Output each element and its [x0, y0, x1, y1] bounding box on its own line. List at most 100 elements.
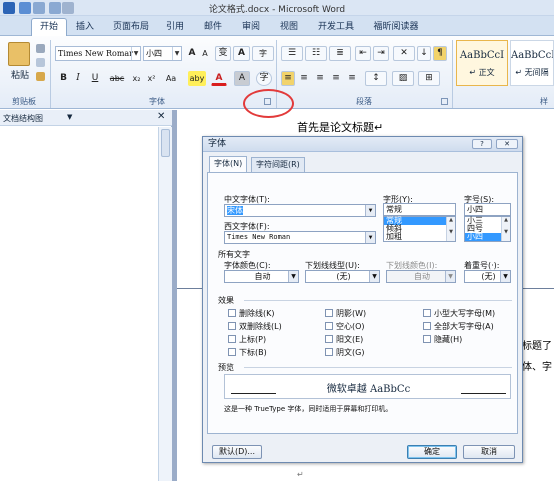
list-scrollbar[interactable]: ▲ ▼	[446, 217, 455, 241]
tab-references[interactable]: 引用	[160, 19, 190, 36]
emboss-checkbox[interactable]: 阳文(E)	[325, 334, 363, 345]
emphasis-select[interactable]: (无) ▼	[464, 270, 511, 283]
bullets-button[interactable]: ☰	[281, 46, 303, 61]
strikethrough-checkbox[interactable]: 删除线(K)	[228, 308, 275, 319]
style-normal[interactable]: AaBbCcI ↵ 正文	[456, 40, 508, 86]
enclosed-chars-button[interactable]: 字	[252, 46, 274, 61]
line-spacing-button[interactable]: ↕	[365, 71, 387, 86]
tab-developer[interactable]: 开发工具	[312, 19, 360, 36]
ok-button[interactable]: 确定	[407, 445, 457, 459]
divider	[244, 300, 512, 301]
underline-color-select: 自动 ▼	[386, 270, 456, 283]
cancel-button[interactable]: 取消	[463, 445, 515, 459]
justify-button[interactable]: ≡	[329, 71, 343, 86]
all-caps-checkbox[interactable]: 全部大写字母(A)	[423, 321, 494, 332]
strikethrough-button[interactable]: abc	[106, 71, 128, 86]
subscript-checkbox[interactable]: 下标(B)	[228, 347, 267, 358]
close-icon[interactable]: ✕	[157, 111, 165, 122]
tab-view[interactable]: 视图	[274, 19, 304, 36]
subscript-button[interactable]: x₂	[130, 71, 143, 86]
list-item[interactable]: 加粗	[384, 233, 455, 241]
distributed-button[interactable]: ≡	[345, 71, 359, 86]
paste-button-label[interactable]: 粘贴	[6, 68, 34, 81]
help-button[interactable]: ?	[472, 139, 492, 149]
list-scrollbar[interactable]: ▲ ▼	[501, 217, 510, 241]
font-color-select[interactable]: 自动 ▼	[224, 270, 299, 283]
hidden-checkbox[interactable]: 隐藏(H)	[423, 334, 462, 345]
chevron-down-icon[interactable]: ▼	[365, 205, 375, 216]
font-color-button[interactable]: A	[211, 71, 227, 86]
multilevel-list-button[interactable]: ≣	[329, 46, 351, 61]
document-map-scrollbar[interactable]	[158, 127, 172, 481]
char-shading-button[interactable]: A	[234, 71, 250, 86]
align-center-button[interactable]: ≡	[297, 71, 311, 86]
chevron-down-icon[interactable]: ▼	[500, 271, 510, 282]
annotation-circle	[243, 89, 294, 118]
format-painter-icon[interactable]	[36, 72, 45, 81]
borders-button[interactable]: ⊞	[418, 71, 440, 86]
clear-format-button[interactable]: 变	[215, 46, 231, 61]
chevron-down-icon[interactable]: ▼	[131, 47, 140, 60]
numbering-button[interactable]: ☷	[305, 46, 327, 61]
chevron-down-icon[interactable]: ▼	[67, 113, 72, 121]
highlight-button[interactable]: aby	[188, 71, 206, 86]
align-right-button[interactable]: ≡	[313, 71, 327, 86]
underline-style-value: (无)	[336, 272, 351, 281]
preview-box: 微软卓越 AaBbCc	[224, 374, 511, 399]
enclose-char-button[interactable]: 字	[256, 71, 272, 86]
underline-color-value: 自动	[414, 272, 430, 281]
style-no-spacing[interactable]: AaBbCcI ↵ 无间隔	[510, 40, 554, 86]
engrave-checkbox[interactable]: 阴文(G)	[325, 347, 364, 358]
underline-style-select[interactable]: (无) ▼	[305, 270, 380, 283]
chevron-down-icon[interactable]: ▼	[365, 232, 375, 243]
sort-button[interactable]: ↓	[417, 46, 431, 61]
scroll-thumb[interactable]	[161, 129, 170, 157]
align-left-button[interactable]: ≡	[281, 71, 295, 86]
shading-button[interactable]: ▨	[392, 71, 414, 86]
western-font-select[interactable]: Times New Roman ▼	[224, 231, 376, 244]
bold-button[interactable]: B	[57, 71, 70, 86]
size-list[interactable]: 小三 四号 小四 ▲ ▼	[464, 216, 511, 242]
double-strikethrough-checkbox[interactable]: 双删除线(L)	[228, 321, 282, 332]
shrink-font-button[interactable]: A	[199, 46, 211, 61]
change-case-button[interactable]: Aa	[161, 71, 181, 86]
dialog-close-button[interactable]: ✕	[496, 139, 518, 149]
increase-indent-button[interactable]: ⇥	[373, 46, 389, 61]
tab-foxit-reader[interactable]: 福昕阅读器	[366, 19, 426, 36]
shadow-checkbox[interactable]: 阴影(W)	[325, 308, 366, 319]
tab-font[interactable]: 字体(N)	[209, 156, 248, 173]
set-default-button[interactable]: 默认(D)...	[212, 445, 262, 459]
small-caps-checkbox[interactable]: 小型大写字母(M)	[423, 308, 495, 319]
emphasis-value: (无)	[481, 272, 496, 281]
font-size-combo[interactable]: 小四 ▼	[143, 46, 182, 61]
style-input[interactable]: 常规	[383, 203, 456, 216]
show-marks-button[interactable]: ¶	[433, 46, 447, 61]
cn-font-select[interactable]: 宋体 ▼	[224, 204, 376, 217]
tab-insert[interactable]: 插入	[70, 19, 100, 36]
tab-home[interactable]: 开始	[31, 18, 67, 37]
chevron-down-icon[interactable]: ▼	[172, 47, 181, 60]
chinese-layout-button[interactable]: ✕	[393, 46, 415, 61]
phonetic-guide-button[interactable]: A	[233, 46, 250, 61]
size-input[interactable]: 小四	[464, 203, 511, 216]
superscript-button[interactable]: x²	[145, 71, 158, 86]
font-name-combo[interactable]: Times New Romar ▼	[55, 46, 141, 61]
style-list[interactable]: 常规 倾斜 加粗 ▲ ▼	[383, 216, 456, 242]
tab-review[interactable]: 审阅	[236, 19, 266, 36]
copy-icon[interactable]	[36, 58, 45, 67]
tab-page-layout[interactable]: 页面布局	[106, 19, 156, 36]
tab-char-spacing[interactable]: 字符间距(R)	[251, 157, 305, 172]
underline-button[interactable]: U	[86, 71, 104, 86]
superscript-checkbox[interactable]: 上标(P)	[228, 334, 266, 345]
decrease-indent-button[interactable]: ⇤	[355, 46, 371, 61]
chevron-down-icon[interactable]: ▼	[369, 271, 379, 282]
paragraph-dialog-launcher-icon[interactable]	[441, 98, 448, 105]
italic-button[interactable]: I	[72, 71, 84, 86]
tab-mailings[interactable]: 邮件	[198, 19, 228, 36]
outline-checkbox[interactable]: 空心(O)	[325, 321, 365, 332]
cut-icon[interactable]	[36, 44, 45, 53]
paste-icon[interactable]	[8, 42, 30, 66]
grow-font-button[interactable]: A	[186, 46, 198, 61]
chevron-down-icon[interactable]: ▼	[288, 271, 298, 282]
styles-group-label: 样式	[540, 97, 548, 106]
